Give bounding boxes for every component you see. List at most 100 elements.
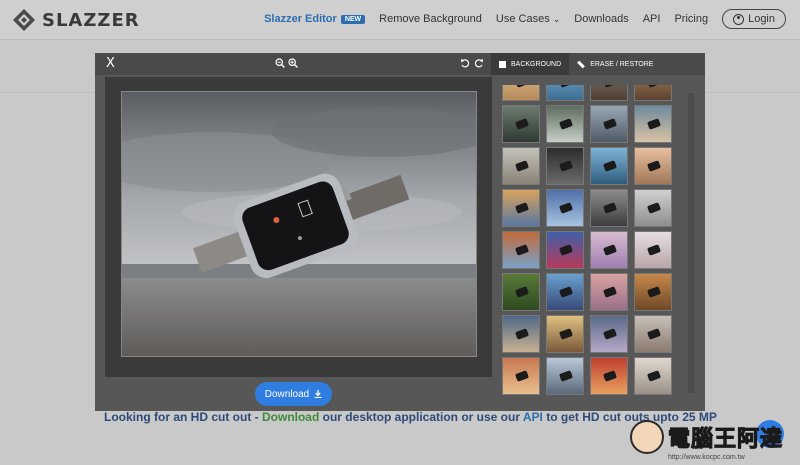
background-thumbnail[interactable] (634, 189, 672, 227)
image-icon (499, 60, 506, 68)
preview-image (121, 91, 477, 357)
watch-preview-icon (602, 286, 618, 298)
nav-remove-background[interactable]: Remove Background (379, 13, 482, 25)
background-thumbnail[interactable] (546, 189, 584, 227)
background-thumbnail[interactable] (590, 231, 628, 269)
watermark-text: 電腦王阿達 (667, 427, 784, 453)
background-thumbnail[interactable] (546, 273, 584, 311)
background-thumbnail[interactable] (502, 357, 540, 395)
background-thumbnail[interactable] (634, 231, 672, 269)
download-icon (314, 390, 322, 398)
background-thumbnail[interactable] (546, 315, 584, 353)
nav-use-cases[interactable]: Use Cases ⌄ (496, 13, 560, 25)
watch-preview-icon (558, 328, 574, 340)
brush-icon (577, 60, 586, 68)
background-thumbnail[interactable] (590, 85, 628, 101)
nav-use-cases-label: Use Cases (495, 13, 550, 25)
background-thumbnail[interactable] (590, 105, 628, 143)
watch-preview-icon (558, 286, 574, 298)
background-thumbnail[interactable] (502, 105, 540, 143)
background-thumbnail[interactable] (546, 147, 584, 185)
mascot-icon (630, 420, 664, 454)
watch-preview-icon (646, 118, 662, 130)
watch-preview-icon (514, 286, 530, 298)
promo-text-2: our desktop application or use our (319, 410, 523, 424)
editor-modal: X BACKGROUND ERASE / RESTORE Download (95, 53, 705, 411)
watch-preview-icon (602, 118, 618, 130)
background-thumbnail[interactable] (502, 189, 540, 227)
background-thumbnail[interactable] (634, 85, 672, 101)
watermark-url: http://www.kocpc.com.tw (668, 454, 745, 461)
login-button[interactable]: Login (722, 9, 786, 29)
watch-photo (122, 92, 476, 356)
promo-text-1: Looking for an HD cut out - (104, 410, 262, 424)
background-thumbnail[interactable] (502, 85, 540, 101)
background-thumbnail[interactable] (590, 189, 628, 227)
background-thumbnail[interactable] (590, 315, 628, 353)
background-thumbnail[interactable] (502, 315, 540, 353)
tab-background-label: BACKGROUND (511, 60, 562, 68)
watch-preview-icon (602, 85, 618, 88)
background-thumbnail[interactable] (546, 85, 584, 101)
top-nav: SLAZZER Slazzer Editor NEW Remove Backgro… (0, 0, 800, 40)
zoom-in-icon[interactable] (288, 58, 298, 68)
background-thumbnail[interactable] (590, 357, 628, 395)
nav-slazzer-editor[interactable]: Slazzer Editor NEW (264, 13, 366, 25)
promo-api-link[interactable]: API (523, 410, 543, 424)
brand-name: SLAZZER (42, 9, 140, 31)
watch-preview-icon (602, 370, 618, 382)
login-label: Login (748, 13, 775, 25)
slazzer-logo-icon (13, 9, 35, 31)
user-icon (733, 13, 745, 25)
nav-pricing[interactable]: Pricing (674, 13, 708, 25)
nav-downloads[interactable]: Downloads (574, 13, 628, 25)
new-badge: NEW (340, 14, 366, 24)
watch-preview-icon (558, 160, 574, 172)
background-thumbnail[interactable] (502, 231, 540, 269)
background-thumbnail[interactable] (546, 105, 584, 143)
watch-preview-icon (514, 202, 530, 214)
zoom-out-icon[interactable] (275, 58, 285, 68)
editor-toolbar: X BACKGROUND ERASE / RESTORE (95, 53, 705, 75)
background-thumbnail[interactable] (590, 273, 628, 311)
watch-preview-icon (558, 85, 574, 88)
background-thumbnail[interactable] (546, 357, 584, 395)
watch-preview-icon (514, 328, 530, 340)
watch-preview-icon (646, 85, 662, 88)
background-thumbnail[interactable] (634, 273, 672, 311)
promo-download-link[interactable]: Download (262, 410, 319, 424)
brand-logo[interactable]: SLAZZER (12, 8, 140, 32)
background-thumbnail[interactable] (502, 273, 540, 311)
watch-preview-icon (558, 370, 574, 382)
tab-erase-label: ERASE / RESTORE (590, 60, 654, 68)
close-button[interactable]: X (106, 56, 115, 71)
watch-preview-icon (558, 202, 574, 214)
background-thumbnail[interactable] (590, 147, 628, 185)
watch-preview-icon (514, 160, 530, 172)
tab-erase-restore[interactable]: ERASE / RESTORE (569, 53, 661, 75)
watch-preview-icon (514, 244, 530, 256)
watch-preview-icon (646, 244, 662, 256)
nav-api[interactable]: API (643, 13, 661, 25)
background-thumbnail[interactable] (502, 147, 540, 185)
undo-icon[interactable] (460, 58, 470, 68)
background-thumbnails (502, 85, 676, 409)
background-thumbnail[interactable] (546, 231, 584, 269)
watch-preview-icon (602, 160, 618, 172)
download-button[interactable]: Download (255, 382, 332, 406)
background-thumbnail[interactable] (634, 315, 672, 353)
background-thumbnail[interactable] (634, 357, 672, 395)
thumbnail-scrollbar[interactable] (688, 93, 694, 393)
watch-preview-icon (514, 118, 530, 130)
watch-preview-icon (602, 202, 618, 214)
nav-editor-label: Slazzer Editor (264, 13, 337, 25)
background-thumbnail[interactable] (634, 105, 672, 143)
background-thumbnail[interactable] (634, 147, 672, 185)
watch-preview-icon (558, 244, 574, 256)
watch-preview-icon (514, 85, 530, 88)
redo-icon[interactable] (474, 58, 484, 68)
download-label: Download (264, 388, 310, 400)
tab-background[interactable]: BACKGROUND (491, 53, 570, 75)
watch-preview-icon (602, 244, 618, 256)
watch-preview-icon (646, 160, 662, 172)
